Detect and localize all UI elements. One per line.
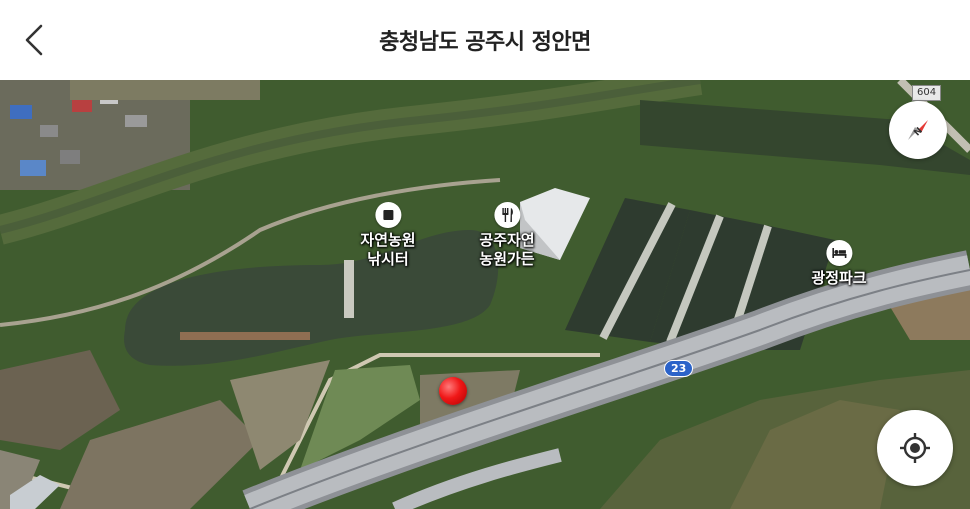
crosshair-icon xyxy=(900,433,930,463)
fork-knife-icon xyxy=(493,202,520,228)
bed-icon xyxy=(825,240,852,266)
compass-icon: N xyxy=(908,120,928,140)
road-number-23: 23 xyxy=(664,360,694,377)
poi-fishing[interactable]: 자연농원 낚시터 xyxy=(360,202,416,269)
poi-label: 공주자연 농원가든 xyxy=(479,231,535,268)
current-location-button[interactable] xyxy=(877,410,953,486)
poi-label: 광정파크 xyxy=(811,269,867,287)
poi-restaurant[interactable]: 공주자연 농원가든 xyxy=(479,202,535,269)
top-bar: 충청남도 공주시 정안면 xyxy=(0,0,970,80)
map-view[interactable]: 604 23 자연농원 낚시터 공주자연 농원가든 광정파크 N xyxy=(0,80,970,509)
poi-hotel[interactable]: 광정파크 xyxy=(811,240,867,288)
page-title: 충청남도 공주시 정안면 xyxy=(379,30,591,55)
square-stop-icon xyxy=(374,202,401,228)
satellite-imagery xyxy=(0,80,970,509)
red-pin-icon[interactable] xyxy=(439,377,467,405)
poi-label: 자연농원 낚시터 xyxy=(360,231,416,268)
road-number-604: 604 xyxy=(912,85,942,101)
compass-button[interactable]: N xyxy=(889,101,947,159)
